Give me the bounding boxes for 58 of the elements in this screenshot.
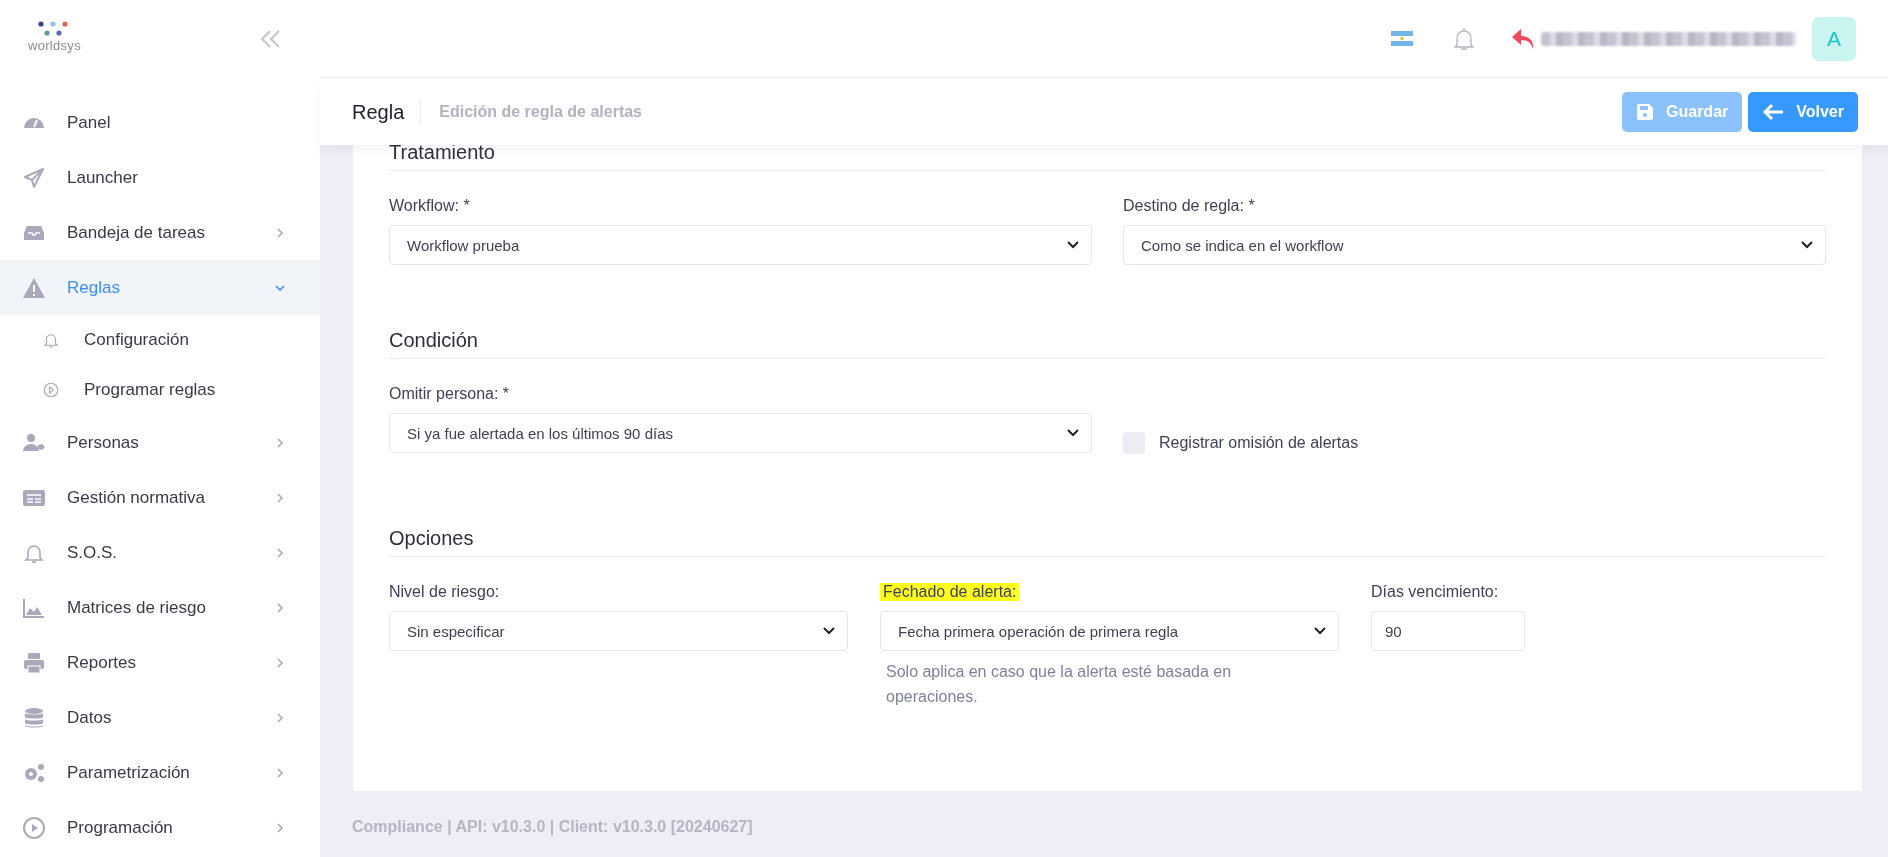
sidebar-subitem[interactable]: Configuración bbox=[0, 315, 320, 365]
chevron-right-icon bbox=[274, 546, 286, 559]
section-heading: Opciones bbox=[389, 527, 1826, 557]
chevron-right-icon bbox=[274, 766, 286, 779]
sidebar-subitem[interactable]: Programar reglas bbox=[0, 365, 320, 415]
printer-icon bbox=[22, 650, 46, 675]
notification-bell-icon[interactable] bbox=[1453, 26, 1475, 51]
field-label: Fechado de alerta: bbox=[880, 583, 1020, 601]
page-title: Regla bbox=[352, 98, 422, 125]
sidebar-item[interactable]: Datos bbox=[0, 690, 320, 745]
field-label: Workflow: * bbox=[389, 197, 470, 215]
field-label: Omitir persona: * bbox=[389, 385, 510, 403]
footer-version-text: Compliance | API: v10.3.0 | Client: v10.3.0 [20240627] bbox=[352, 818, 753, 836]
chevron-right-icon bbox=[274, 226, 286, 239]
section-heading: Condición bbox=[389, 329, 1826, 359]
arrow-left-icon bbox=[1762, 102, 1785, 121]
logo-text: worldsys bbox=[28, 38, 81, 53]
collapse-icon[interactable] bbox=[260, 29, 282, 49]
checkbox-label: Registrar omisión de alertas bbox=[1159, 434, 1359, 452]
sidebar-item[interactable]: Gestión normativa bbox=[0, 470, 320, 525]
chevron-down-icon bbox=[1067, 241, 1079, 249]
chevron-down-icon bbox=[1801, 241, 1813, 249]
select-field[interactable]: Workflow prueba bbox=[389, 225, 1092, 265]
help-text: Solo aplica en caso que la alerta esté basada en operaciones. bbox=[885, 662, 1233, 707]
sidebar-item[interactable]: Reportes bbox=[0, 635, 320, 690]
flag-icon[interactable] bbox=[1391, 31, 1413, 46]
bell-icon bbox=[42, 331, 60, 349]
input-field[interactable]: 90 bbox=[1371, 611, 1525, 651]
chevron-right-icon bbox=[274, 436, 286, 449]
chevron-right-icon bbox=[274, 491, 286, 504]
paper-plane-icon bbox=[22, 165, 46, 190]
sidebar-item[interactable]: Personas bbox=[0, 415, 320, 470]
sidebar-item[interactable]: Parametrización bbox=[0, 745, 320, 800]
page-subtitle: Edición de regla de alertas bbox=[439, 102, 643, 121]
select-field[interactable]: Fecha primera operación de primera regla bbox=[880, 611, 1339, 651]
field-label: Destino de regla: * bbox=[1123, 197, 1255, 215]
section-heading: Tratamiento bbox=[389, 141, 1826, 171]
sidebar-item[interactable]: Programación bbox=[0, 800, 320, 855]
select-field[interactable]: Si ya fue alertada en los últimos 90 días bbox=[389, 413, 1092, 453]
play-circle-icon bbox=[42, 381, 60, 399]
chevron-right-icon bbox=[274, 711, 286, 724]
sidebar-item[interactable]: Matrices de riesgo bbox=[0, 580, 320, 635]
field-label: Nivel de riesgo: bbox=[389, 583, 500, 601]
select-field[interactable]: Sin especificar bbox=[389, 611, 848, 651]
play-circle-icon bbox=[22, 815, 46, 840]
chevron-down-icon bbox=[823, 627, 835, 635]
sidebar-item[interactable]: Launcher bbox=[0, 150, 320, 205]
sidebar-item[interactable]: Bandeja de tareas bbox=[0, 205, 320, 260]
chevron-down-icon bbox=[1067, 429, 1079, 437]
sidebar-item[interactable]: Panel bbox=[0, 95, 320, 150]
chevron-right-icon bbox=[274, 601, 286, 614]
chevron-right-icon bbox=[274, 821, 286, 834]
sidebar-item[interactable]: S.O.S. bbox=[0, 525, 320, 580]
chevron-right-icon bbox=[274, 656, 286, 669]
field-label: Días vencimiento: bbox=[1371, 583, 1499, 601]
database-icon bbox=[22, 705, 46, 730]
select-field[interactable]: Como se indica en el workflow bbox=[1123, 225, 1826, 265]
chevron-down-icon bbox=[1314, 627, 1326, 635]
